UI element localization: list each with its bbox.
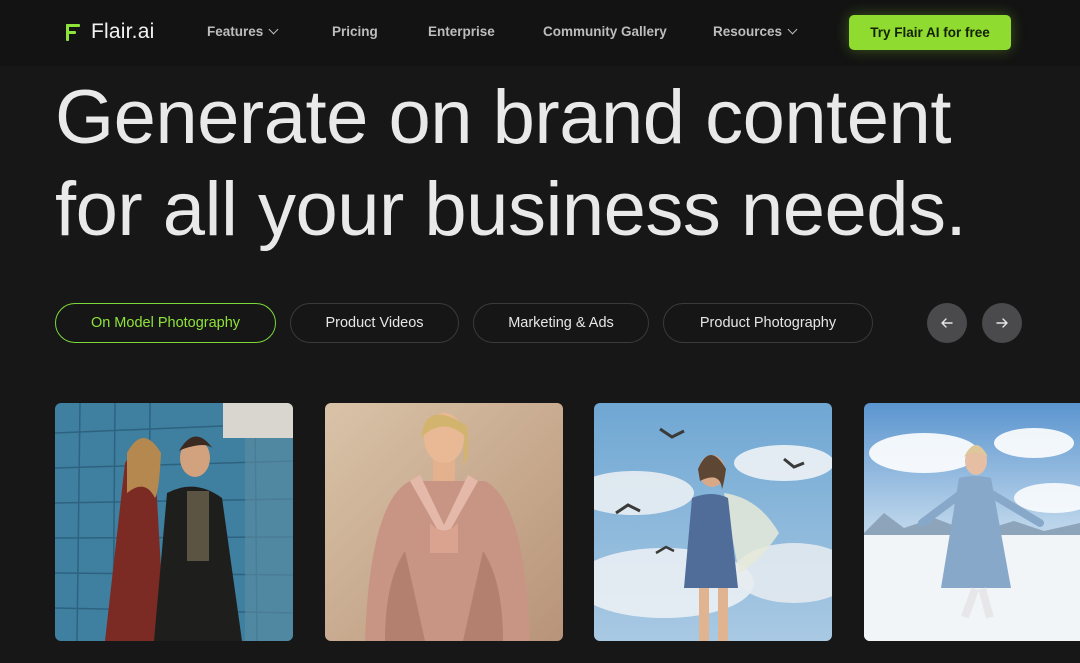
nav-pricing-label: Pricing bbox=[332, 24, 378, 39]
couple-photo bbox=[55, 403, 293, 641]
hero-heading: Generate on brand content for all your b… bbox=[55, 72, 1055, 256]
chevron-down-icon bbox=[268, 24, 279, 35]
nav-features-label: Features bbox=[207, 24, 264, 39]
nav-community-gallery-label: Community Gallery bbox=[543, 24, 667, 39]
hero-line-2: for all your business needs. bbox=[55, 167, 967, 252]
tab-product-photography[interactable]: Product Photography bbox=[663, 303, 873, 343]
tab-on-model-photography[interactable]: On Model Photography bbox=[55, 303, 276, 343]
nav-resources[interactable]: Resources bbox=[713, 24, 798, 39]
brand-logo[interactable]: Flair.ai bbox=[66, 20, 154, 44]
top-nav: Flair.ai Features Pricing Enterprise Com… bbox=[0, 0, 1080, 66]
carousel-prev-button[interactable] bbox=[927, 303, 967, 343]
nav-features[interactable]: Features bbox=[207, 24, 279, 39]
arrow-left-icon bbox=[941, 318, 953, 328]
gallery-image-couple[interactable] bbox=[55, 403, 293, 641]
sky-birds-photo bbox=[594, 403, 832, 641]
tab-product-videos[interactable]: Product Videos bbox=[290, 303, 459, 343]
chevron-down-icon bbox=[787, 24, 798, 35]
nav-pricing[interactable]: Pricing bbox=[332, 24, 378, 39]
gallery-image-pink-suit[interactable] bbox=[325, 403, 563, 641]
nav-resources-label: Resources bbox=[713, 24, 783, 39]
brand-name: Flair.ai bbox=[91, 20, 155, 43]
carousel-next-button[interactable] bbox=[982, 303, 1022, 343]
flair-logo-icon bbox=[66, 22, 82, 42]
hero-line-1: Generate on brand content bbox=[55, 75, 951, 160]
tab-marketing-ads[interactable]: Marketing & Ads bbox=[473, 303, 649, 343]
arrow-right-icon bbox=[996, 318, 1008, 328]
gallery-image-skater[interactable] bbox=[864, 403, 1080, 641]
try-free-button[interactable]: Try Flair AI for free bbox=[849, 15, 1011, 50]
gallery-image-birds-sky[interactable] bbox=[594, 403, 832, 641]
nav-community-gallery[interactable]: Community Gallery bbox=[543, 24, 667, 39]
nav-enterprise[interactable]: Enterprise bbox=[428, 24, 495, 39]
skater-photo bbox=[864, 403, 1080, 641]
nav-enterprise-label: Enterprise bbox=[428, 24, 495, 39]
pink-suit-photo bbox=[325, 403, 563, 641]
